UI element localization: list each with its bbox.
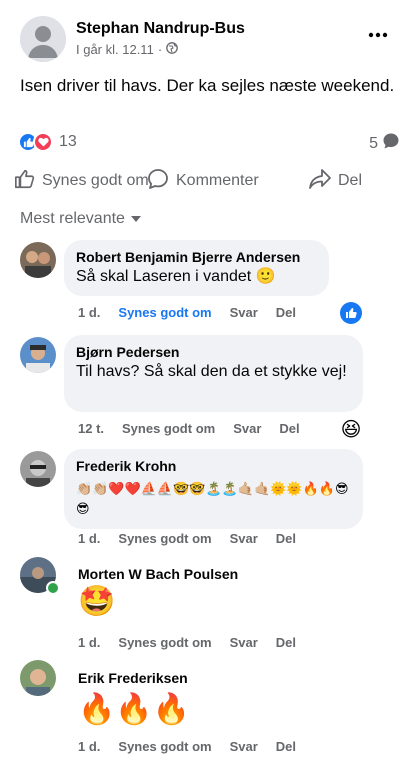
commenter-name[interactable]: Robert Benjamin Bjerre Andersen: [76, 248, 317, 266]
comment-like-button[interactable]: Synes godt om: [122, 421, 215, 436]
post-time[interactable]: I går kl. 12.11: [76, 42, 154, 57]
share-arrow-icon: [308, 168, 332, 195]
comment-share-button[interactable]: Del: [279, 421, 299, 436]
commenter-avatar[interactable]: [20, 451, 56, 487]
commenter-avatar[interactable]: [20, 660, 56, 696]
like-button[interactable]: Synes godt om: [14, 164, 149, 198]
comment-reply-button[interactable]: Svar: [233, 421, 261, 436]
comment-button[interactable]: Kommenter: [146, 164, 259, 198]
comment-share-button[interactable]: Del: [276, 739, 296, 754]
comment-text: 🔥🔥🔥: [78, 693, 191, 726]
comment-icon: [146, 167, 170, 196]
post-meta: I går kl. 12.11 ·: [76, 42, 179, 57]
commenter-avatar[interactable]: [20, 337, 56, 373]
comment-reply-button[interactable]: Svar: [230, 635, 258, 650]
thumbs-up-icon: [14, 168, 36, 195]
commenter-name[interactable]: Morten W Bach Poulsen: [78, 565, 378, 583]
haha-reaction-icon[interactable]: 😆: [340, 418, 362, 441]
comment-sort-dropdown[interactable]: Mest relevante: [20, 210, 141, 228]
comment-actions: 1 d. Synes godt om Svar Del: [78, 305, 296, 320]
comment-button-label: Kommenter: [176, 172, 259, 189]
comment-like-button[interactable]: Synes godt om: [118, 305, 211, 320]
comment-bubble[interactable]: Frederik Krohn 👏🏼👏🏼❤️❤️⛵⛵🤓🤓🏝️🏝️🤙🏼🤙🏼🌞🌞🔥🔥😎…: [64, 449, 363, 529]
post-author-name[interactable]: Stephan Nandrup-Bus: [76, 20, 245, 38]
reaction-summary[interactable]: 13: [18, 132, 77, 152]
meta-separator: ·: [157, 42, 163, 57]
like-button-label: Synes godt om: [42, 172, 149, 189]
comment-text: Så skal Laseren i vandet 🙂: [76, 268, 276, 285]
commenter-name[interactable]: Frederik Krohn: [76, 457, 351, 475]
comment-share-button[interactable]: Del: [276, 635, 296, 650]
comment-actions: 12 t. Synes godt om Svar Del: [78, 421, 300, 436]
commenter-avatar[interactable]: [20, 242, 56, 278]
commenter-name[interactable]: Bjørn Pedersen: [76, 343, 351, 361]
comment-share-button[interactable]: Del: [276, 305, 296, 320]
comment-like-button[interactable]: Synes godt om: [118, 531, 211, 546]
reaction-count: 13: [59, 133, 77, 150]
comment-time[interactable]: 1 d.: [78, 531, 100, 546]
comment-count-number: 5: [369, 134, 378, 152]
comment-bubble[interactable]: Bjørn Pedersen Til havs? Så skal den da …: [64, 335, 363, 412]
comment-reply-button[interactable]: Svar: [230, 739, 258, 754]
comment-actions: 1 d. Synes godt om Svar Del: [78, 635, 296, 650]
comment-actions: 1 d. Synes godt om Svar Del: [78, 531, 296, 546]
comment-reply-button[interactable]: Svar: [230, 531, 258, 546]
post-text: Isen driver til havs. Der ka sejles næst…: [20, 76, 395, 95]
globe-icon: [166, 42, 179, 57]
comment-like-button[interactable]: Synes godt om: [118, 739, 211, 754]
love-reaction-icon: [33, 132, 53, 152]
like-reaction-icon[interactable]: [340, 302, 362, 324]
comment-time[interactable]: 12 t.: [78, 421, 104, 436]
sort-label: Mest relevante: [20, 210, 125, 227]
comment-like-button[interactable]: Synes godt om: [118, 635, 211, 650]
comment-bubble[interactable]: Robert Benjamin Bjerre Andersen Så skal …: [64, 240, 329, 296]
comment-bubble[interactable]: Morten W Bach Poulsen 🤩: [78, 565, 378, 621]
comment-share-button[interactable]: Del: [276, 531, 296, 546]
share-button-label: Del: [338, 172, 363, 189]
comment-reply-button[interactable]: Svar: [230, 305, 258, 320]
post-action-bar: Synes godt om Kommenter Del: [0, 164, 414, 198]
online-status-dot: [46, 581, 60, 595]
comment-actions: 1 d. Synes godt om Svar Del: [78, 739, 296, 754]
comment-text: 👏🏼👏🏼❤️❤️⛵⛵🤓🤓🏝️🏝️🤙🏼🤙🏼🌞🌞🔥🔥😎😎: [76, 481, 349, 516]
post-author-avatar[interactable]: [20, 16, 66, 62]
comment-time[interactable]: 1 d.: [78, 635, 100, 650]
comment-text: Til havs? Så skal den da et stykke vej!: [76, 363, 347, 380]
commenter-name[interactable]: Erik Frederiksen: [78, 669, 378, 687]
comment-bubble[interactable]: Erik Frederiksen 🔥🔥🔥: [78, 669, 378, 729]
more-options-icon[interactable]: [368, 26, 388, 38]
comment-text: 🤩: [78, 585, 116, 618]
comment-bubble-icon: [382, 132, 400, 155]
comment-time[interactable]: 1 d.: [78, 739, 100, 754]
comment-count[interactable]: 5: [369, 132, 400, 155]
share-button[interactable]: Del: [308, 164, 362, 198]
comment-time[interactable]: 1 d.: [78, 305, 100, 320]
caret-down-icon: [130, 210, 141, 228]
